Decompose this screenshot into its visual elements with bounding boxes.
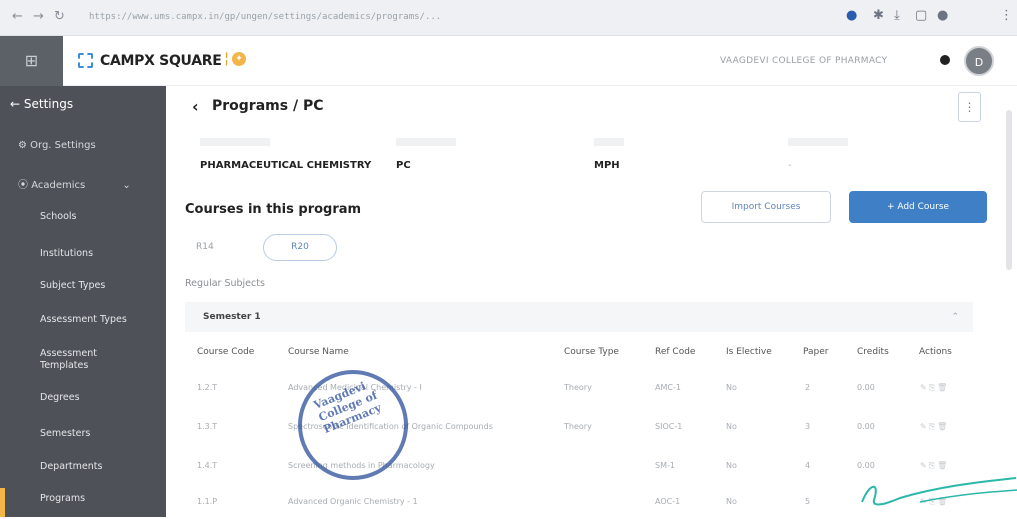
column-header-paper: Paper	[803, 347, 829, 357]
cell-code: 1.2.T	[197, 383, 218, 392]
forward-arrow-icon[interactable]: →	[33, 9, 44, 24]
avatar[interactable]: D	[964, 46, 994, 76]
cell-type: Theory	[564, 422, 592, 431]
tab-r14[interactable]: R14	[196, 242, 214, 252]
stamp-text: Vaagdevi College of Pharmacy	[311, 379, 384, 437]
add-course-button[interactable]: + Add Course	[849, 191, 987, 223]
field-label-program-name	[200, 138, 270, 146]
app-switcher-icon[interactable]: ⊞	[0, 36, 63, 86]
table-row[interactable]: 1.4.T Screening methods in Pharmacology …	[185, 447, 973, 483]
field-label-extra	[788, 138, 848, 146]
browser-toolbar: ← → ↻ https://www.ums.campx.in/gp/ungen/…	[0, 0, 1017, 36]
cell-ref: SIOC-1	[655, 422, 683, 431]
sidebar-header-label: Settings	[23, 97, 74, 111]
brand-divider: ¦	[224, 49, 230, 67]
short-name-value: PC	[396, 160, 411, 171]
tab-r20[interactable]: R20	[263, 234, 337, 261]
field-label-short-name	[396, 138, 456, 146]
cell-elective: No	[726, 461, 737, 470]
college-stamp: Vaagdevi College of Pharmacy	[298, 370, 408, 480]
column-header-elective: Is Elective	[726, 347, 772, 357]
sidebar: ← Settings ⚙ Org. Settings ⦿ Academics ⌄…	[0, 86, 166, 517]
column-header-credits: Credits	[857, 347, 889, 357]
program-name-value: PHARMACEUTICAL CHEMISTRY	[200, 160, 372, 171]
sidebar-header[interactable]: ← Settings	[0, 86, 166, 122]
cell-credits: 0.00	[857, 461, 875, 470]
back-chevron-icon[interactable]: ‹	[192, 97, 199, 116]
more-options-icon[interactable]: ⋮	[958, 92, 981, 122]
table-row[interactable]: 1.1.P Advanced Organic Chemistry - 1 AOC…	[185, 483, 973, 519]
row-actions-icon[interactable]: ✎⎘🗑	[920, 383, 949, 393]
column-header-type: Course Type	[564, 347, 619, 357]
chevron-up-icon: ⌃	[951, 312, 959, 322]
sidebar-item-degrees[interactable]: Degrees	[40, 392, 80, 403]
column-header-ref: Ref Code	[655, 347, 696, 357]
chevron-down-icon: ⌄	[122, 180, 131, 191]
cell-paper: 5	[805, 497, 811, 506]
college-name[interactable]: VAAGDEVI COLLEGE OF PHARMACY	[720, 56, 887, 66]
download-icon[interactable]: ⤓	[894, 8, 900, 23]
pin-icon[interactable]: ✱	[873, 8, 884, 23]
cell-code: 1.3.T	[197, 422, 218, 431]
column-header-name: Course Name	[288, 347, 349, 357]
sidebar-item-label: Org. Settings	[30, 140, 96, 151]
cell-ref: AMC-1	[655, 383, 681, 392]
cell-credits: 0.00	[857, 422, 875, 431]
cell-elective: No	[726, 497, 737, 506]
cell-paper: 3	[805, 422, 811, 431]
cell-ref: SM-1	[655, 461, 675, 470]
signature-image	[861, 477, 1017, 506]
sidebar-item-subject-types[interactable]: Subject Types	[40, 280, 105, 291]
regular-subjects-label: Regular Subjects	[185, 278, 265, 289]
extra-value: -	[788, 160, 792, 171]
cell-elective: No	[726, 383, 737, 392]
cell-code: 1.1.P	[197, 497, 218, 506]
sidebar-item-assessment-types[interactable]: Assessment Types	[40, 314, 127, 325]
sidebar-item-departments[interactable]: Departments	[40, 461, 102, 472]
profile-icon[interactable]: ●	[937, 8, 948, 23]
cell-paper: 4	[805, 461, 811, 470]
courses-heading: Courses in this program	[185, 202, 362, 217]
extension-icon[interactable]: ●	[846, 8, 857, 23]
row-actions-icon[interactable]: ✎⎘🗑	[920, 422, 949, 432]
cell-ref: AOC-1	[655, 497, 681, 506]
main-content: ‹ Programs / PC ⋮ PHARMACEUTICAL CHEMIST…	[166, 86, 1017, 517]
menu-icon[interactable]: ⋮	[1000, 8, 1013, 23]
semester-label: Semester 1	[203, 312, 261, 322]
cell-credits: 0.00	[857, 383, 875, 392]
import-courses-button[interactable]: Import Courses	[701, 191, 831, 223]
cell-elective: No	[726, 422, 737, 431]
cell-name: Advanced Organic Chemistry - 1	[288, 497, 418, 506]
sidebar-item-semesters[interactable]: Semesters	[40, 428, 90, 439]
scrollbar[interactable]	[1006, 110, 1012, 270]
field-label-degree	[594, 138, 624, 146]
cell-code: 1.4.T	[197, 461, 218, 470]
back-arrow-icon[interactable]: ←	[12, 9, 23, 24]
cell-paper: 2	[805, 383, 811, 392]
address-bar[interactable]: https://www.ums.campx.in/gp/ungen/settin…	[75, 6, 595, 29]
column-header-actions: Actions	[919, 347, 952, 357]
window-icon[interactable]: ▢	[915, 8, 927, 23]
sidebar-item-academics[interactable]: ⦿ Academics ⌄	[18, 176, 131, 191]
active-indicator	[0, 488, 5, 517]
reload-icon[interactable]: ↻	[54, 9, 65, 24]
semester-accordion[interactable]: Semester 1 ⌃	[185, 302, 973, 332]
sidebar-item-label: Academics	[31, 180, 86, 191]
cell-type: Theory	[564, 383, 592, 392]
sidebar-item-programs[interactable]: Programs	[40, 493, 85, 504]
sidebar-item-assessment-templates[interactable]: Assessment Templates	[40, 348, 128, 372]
brand-name: CAMPX SQUARE	[100, 53, 222, 69]
column-header-code: Course Code	[197, 347, 255, 357]
sidebar-item-schools[interactable]: Schools	[40, 211, 77, 222]
brand-logo-icon	[78, 53, 93, 68]
sidebar-item-org-settings[interactable]: ⚙ Org. Settings	[18, 140, 96, 151]
page-title: Programs / PC	[212, 98, 324, 114]
notification-icon[interactable]	[940, 55, 950, 65]
degree-value: MPH	[594, 160, 620, 171]
row-actions-icon[interactable]: ✎⎘🗑	[920, 461, 949, 471]
sidebar-item-institutions[interactable]: Institutions	[40, 248, 93, 259]
institution-icon[interactable]: ✦	[232, 52, 246, 66]
